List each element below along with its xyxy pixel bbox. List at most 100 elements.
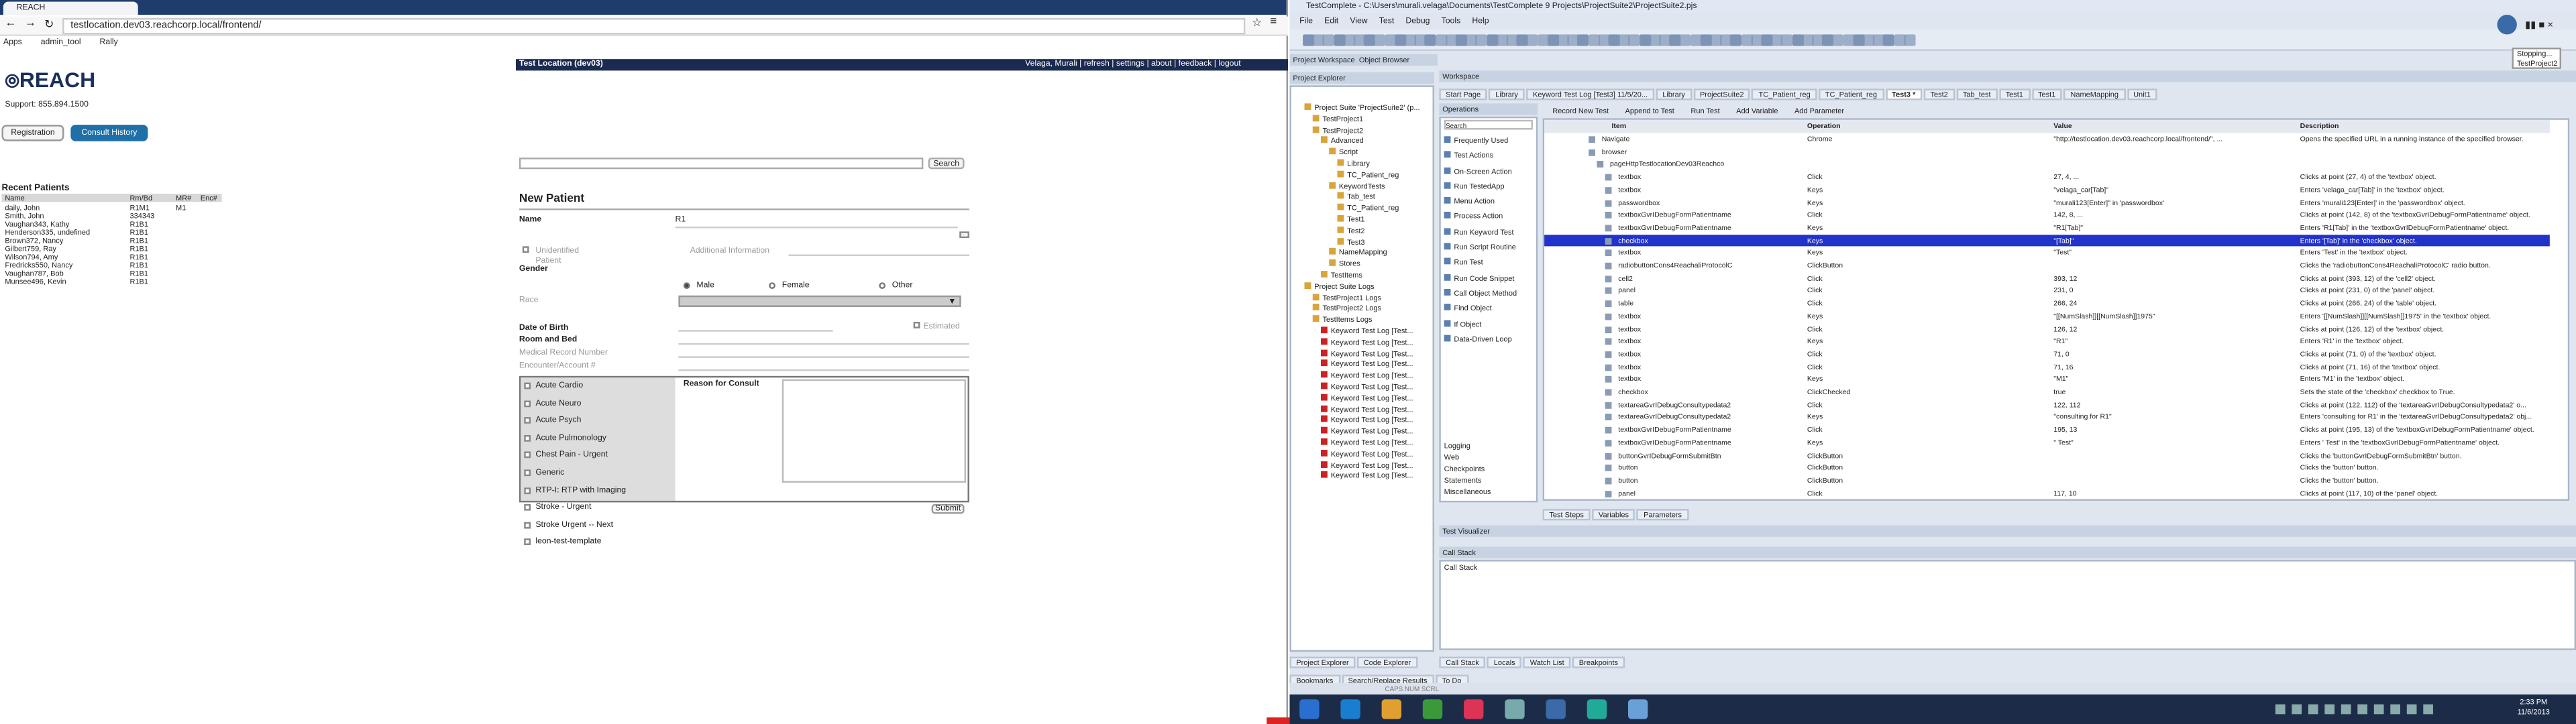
tree-node[interactable]: Script [1295, 147, 1420, 160]
reason-checkbox[interactable] [524, 382, 531, 389]
test-step-row[interactable]: browser [1544, 145, 2550, 158]
name-input[interactable]: R1 [676, 215, 686, 225]
tab-call-stack[interactable]: Call Stack [1439, 656, 1486, 668]
toolbar-button-icon[interactable] [1740, 34, 1753, 46]
tree-node[interactable]: TestProject2 Logs [1295, 304, 1420, 316]
operations-search[interactable]: Search [1444, 119, 1533, 130]
toolbar-button-icon[interactable] [1883, 34, 1895, 46]
submit-button[interactable]: Submit [931, 503, 965, 514]
gender-male-radio[interactable] [683, 282, 690, 290]
test-step-row[interactable]: textbox Keys "R1" Enters 'R1' in the 'textb… [1544, 335, 2550, 348]
tree-node[interactable]: Keyword Test Log [Test... [1295, 337, 1420, 349]
tree-node[interactable]: TestProject1 Logs [1295, 293, 1420, 304]
test-step-row[interactable]: buttonGvrIDebugFormSubmitBtn ClickButton C… [1544, 449, 2550, 462]
tree-node[interactable]: Keyword Test Log [Test... [1295, 382, 1420, 394]
toolbar-button-icon[interactable] [1537, 34, 1549, 46]
tab-parameters[interactable]: Parameters [1637, 509, 1688, 521]
reason-checkbox[interactable] [524, 487, 531, 494]
test-step-row[interactable]: textareaGvrIDebugConsultypedata2 Click 122… [1544, 398, 2550, 411]
dob-input[interactable] [678, 330, 833, 332]
tree-node[interactable]: Test1 [1295, 215, 1420, 227]
editor-tab[interactable]: Start Page [1439, 88, 1487, 101]
test-step-row[interactable]: textbox Keys "velaga_car[Tab]" Enters 'vela… [1544, 184, 2550, 196]
menu-help[interactable]: Help [1472, 16, 1489, 26]
gender-female-radio[interactable] [769, 282, 775, 290]
user-links[interactable]: Velaga, Murali | refresh | settings | ab… [1025, 59, 1241, 70]
window-controls[interactable]: ▮▮ ■ × [2525, 19, 2553, 32]
tree-node[interactable]: Keyword Test Log [Test... [1295, 360, 1420, 371]
test-step-row[interactable]: textbox Click 27, 4, ... Clicks at point (2… [1544, 171, 2550, 184]
recent-patient-row[interactable]: Henderson335, undefined R1B1 [1, 228, 221, 236]
reason-item[interactable]: Chest Pain - Urgent [535, 450, 608, 461]
test-step-row[interactable]: textbox Keys "[[NumSlash]][[NumSlash]]1975… [1544, 310, 2550, 322]
test-step-row[interactable]: passwordbox Keys "murali123[Enter]" in 'pa… [1544, 196, 2550, 209]
recent-patient-row[interactable]: Munsee496, Kevin R1B1 [1, 278, 221, 286]
toolbar-button-icon[interactable] [1384, 34, 1396, 46]
recent-patient-row[interactable]: Gilbert759, Ray R1B1 [1, 245, 221, 253]
toolbar-button-icon[interactable] [1435, 34, 1447, 46]
operation-item[interactable]: Find Object [1444, 301, 1517, 316]
menu-file[interactable]: File [1299, 16, 1313, 26]
toolbar-button-icon[interactable] [1588, 34, 1600, 46]
recent-patient-row[interactable]: Vaughan787, Bob R1B1 [1, 269, 221, 278]
operation-item[interactable]: Call Object Method [1444, 286, 1517, 301]
tree-node[interactable]: Test3 [1295, 237, 1420, 249]
reason-checkbox[interactable] [524, 504, 531, 511]
reason-item[interactable]: Generic [535, 468, 564, 478]
tray-icon[interactable] [2292, 704, 2302, 715]
taskbar-app-icon[interactable] [1340, 699, 1360, 719]
consult-history-button[interactable]: Consult History [70, 125, 148, 141]
operation-category[interactable]: Checkpoints [1444, 463, 1491, 475]
editor-tab[interactable]: Library [1656, 88, 1692, 101]
tray-icon[interactable] [2308, 704, 2318, 715]
toolbar-button-icon[interactable] [1730, 34, 1742, 46]
tab-variables[interactable]: Variables [1592, 509, 1635, 521]
test-step-row[interactable]: textboxGvrIDebugFormPatientname Click 195,… [1544, 424, 2550, 436]
reload-icon[interactable]: ↻ [44, 18, 54, 31]
tab-breakpoints[interactable]: Breakpoints [1572, 656, 1625, 668]
tray-icon[interactable] [2423, 704, 2433, 715]
toolbar-button-icon[interactable] [1781, 34, 1793, 46]
operation-category[interactable]: Statements [1444, 475, 1491, 486]
tree-node[interactable]: Advanced [1295, 137, 1420, 148]
bookmark-rally[interactable]: Rally [100, 38, 118, 48]
operation-item[interactable]: Run Code Snippet [1444, 270, 1517, 286]
operation-item[interactable]: Run TestedApp [1444, 179, 1517, 194]
taskbar-app-icon[interactable] [1627, 699, 1648, 719]
toolbar-button-icon[interactable] [1903, 34, 1916, 46]
tab-watch-list[interactable]: Watch List [1523, 656, 1571, 668]
taskbar-app-icon[interactable] [1505, 699, 1525, 719]
star-icon[interactable]: ☆ [1252, 16, 1262, 29]
operation-item[interactable]: Menu Action [1444, 194, 1517, 209]
keyword-toolbar-button[interactable]: Add Parameter [1794, 107, 1844, 115]
test-step-row[interactable]: textbox Click 126, 12 Clicks at point (126,… [1544, 322, 2550, 335]
operation-item[interactable]: Process Action [1444, 209, 1517, 225]
test-step-row[interactable]: textareaGvrIDebugConsultypedata2 Keys "con… [1544, 411, 2550, 424]
patient-search-input[interactable] [519, 158, 924, 170]
operation-category[interactable]: Logging [1444, 440, 1491, 451]
keyword-toolbar-button[interactable]: Append to Test [1625, 107, 1674, 115]
taskbar-app-icon[interactable] [1381, 699, 1401, 719]
registration-button[interactable]: Registration [1, 125, 64, 141]
reason-textarea[interactable] [782, 379, 967, 483]
menu-test[interactable]: Test [1379, 16, 1394, 26]
tree-node[interactable]: Keyword Test Log [Test... [1295, 394, 1420, 405]
tree-node[interactable]: Keyword Test Log [Test... [1295, 438, 1420, 450]
test-step-row[interactable]: button ClickButton Clicks the 'button' but… [1544, 474, 2550, 487]
tree-node[interactable]: TC_Patient_reg [1295, 204, 1420, 215]
toolbar-button-icon[interactable] [1791, 34, 1804, 46]
room-input[interactable] [678, 343, 969, 345]
bookmark-admin-tool[interactable]: admin_tool [41, 38, 81, 48]
tree-node[interactable]: Keyword Test Log [Test... [1295, 371, 1420, 383]
operation-item[interactable]: On-Screen Action [1444, 164, 1517, 179]
editor-tab[interactable]: TC_Patient_reg [1752, 88, 1817, 101]
tree-node[interactable]: Keyword Test Log [Test... [1295, 416, 1420, 427]
tree-node[interactable]: KeywordTests [1295, 181, 1420, 193]
tab-locals[interactable]: Locals [1487, 656, 1522, 668]
gender-other-radio[interactable] [879, 282, 886, 290]
forward-icon[interactable]: → [25, 18, 36, 29]
reason-item[interactable]: RTP-I: RTP with Imaging [535, 485, 626, 495]
reason-item[interactable]: Acute Cardio [535, 381, 583, 391]
toolbar-button-icon[interactable] [1486, 34, 1498, 46]
test-step-row[interactable]: button ClickButton Clicks the 'button' but… [1544, 462, 2550, 475]
